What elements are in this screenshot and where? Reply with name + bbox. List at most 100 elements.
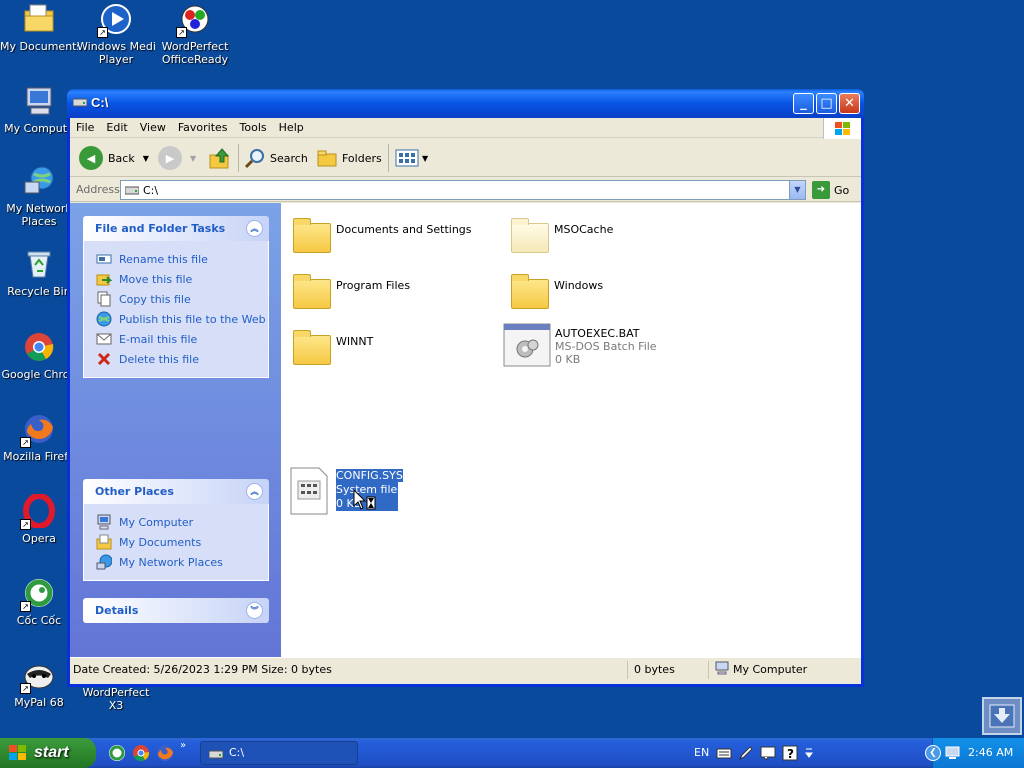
recycle-bin-icon	[22, 247, 56, 281]
desktop-icon-my-documents[interactable]: My Documents	[0, 2, 78, 53]
wordperfect-officeready-icon: ↗	[176, 2, 212, 38]
place-my-documents[interactable]: My Documents	[96, 532, 268, 552]
other-places-panel: Other Places ︽ My Computer My Documents …	[83, 479, 269, 581]
pen-icon[interactable]	[738, 745, 754, 761]
status-info: Date Created: 5/26/2023 1:29 PM Size: 0 …	[73, 663, 332, 676]
my-computer-icon	[97, 514, 111, 530]
file-item-selected[interactable]: CONFIG.SYS System file 0 KB	[289, 467, 504, 515]
expand-chevron-icon[interactable]: ︾	[246, 602, 263, 619]
menu-file[interactable]: File	[70, 118, 100, 137]
forward-dropdown-icon: ▼	[190, 153, 197, 163]
menu-help[interactable]: Help	[273, 118, 310, 137]
media-player-icon: ↗	[97, 2, 133, 38]
shortcut-arrow-icon: ↗	[176, 27, 187, 38]
file-item[interactable]: WINNT	[289, 325, 504, 373]
task-delete[interactable]: Delete this file	[96, 349, 268, 369]
task-rename[interactable]: Rename this file	[96, 249, 268, 269]
minimize-button[interactable]: _	[793, 93, 814, 114]
rename-icon	[96, 254, 112, 264]
search-button[interactable]: Search	[244, 145, 308, 171]
close-button[interactable]: ✕	[839, 93, 860, 114]
windows-flag-icon	[9, 745, 26, 760]
shortcut-arrow-icon: ↗	[20, 683, 31, 694]
panel-header[interactable]: Other Places ︽	[83, 479, 269, 504]
speech-icon[interactable]	[760, 745, 776, 761]
folders-button[interactable]: Folders	[316, 145, 382, 171]
email-icon	[96, 333, 112, 345]
address-dropdown-button[interactable]: ▼	[789, 181, 805, 199]
firefox-icon[interactable]	[156, 744, 174, 762]
start-button[interactable]: start	[0, 738, 96, 768]
go-button[interactable]: ➜ Go	[812, 181, 849, 199]
file-item[interactable]: Documents and Settings	[289, 213, 504, 261]
desktop-icon-media-player[interactable]: ↗ Windows Media Player	[77, 2, 155, 66]
forward-arrow-icon: ▶	[158, 146, 182, 170]
mypal-icon: ↗	[20, 658, 56, 694]
download-arrow-button[interactable]	[982, 697, 1022, 735]
file-item[interactable]: Windows	[507, 269, 722, 317]
coccoc-icon[interactable]	[108, 744, 126, 762]
views-dropdown-icon: ▼	[422, 153, 429, 163]
place-my-computer[interactable]: My Computer	[96, 512, 268, 532]
my-documents-icon	[22, 2, 56, 36]
menu-edit[interactable]: Edit	[100, 118, 133, 137]
folder-icon	[507, 271, 551, 315]
task-move[interactable]: Move this file	[96, 269, 268, 289]
task-copy[interactable]: Copy this file	[96, 289, 268, 309]
go-arrow-icon: ➜	[812, 181, 830, 199]
network-places-icon	[96, 554, 112, 570]
options-menu-icon[interactable]	[804, 745, 814, 761]
taskbar-window-c[interactable]: C:\	[200, 741, 358, 765]
system-file-icon	[289, 467, 333, 515]
task-publish[interactable]: Publish this file to the Web	[96, 309, 268, 329]
network-places-icon	[22, 164, 56, 198]
place-network[interactable]: My Network Places	[96, 552, 268, 572]
shortcut-arrow-icon: ↗	[20, 519, 31, 530]
chrome-icon[interactable]	[132, 744, 150, 762]
search-icon	[244, 149, 264, 169]
firefox-icon: ↗	[20, 412, 56, 448]
tray-expand-chevron-icon[interactable]: ❮	[925, 745, 941, 761]
chrome-icon	[22, 330, 56, 364]
move-icon	[96, 274, 112, 286]
views-button[interactable]: ▼	[395, 145, 428, 171]
opera-icon: ↗	[20, 493, 56, 530]
status-zone: My Computer	[708, 661, 858, 679]
back-dropdown-icon[interactable]: ▼	[143, 154, 149, 163]
task-email[interactable]: E-mail this file	[96, 329, 268, 349]
folders-icon	[317, 150, 337, 167]
batch-file-icon	[503, 323, 551, 367]
file-folder-tasks-panel: File and Folder Tasks ︽ Rename this file…	[83, 216, 269, 378]
panel-header[interactable]: Details ︾	[83, 598, 269, 623]
quick-launch-overflow-icon[interactable]: »	[180, 740, 186, 751]
explorer-window: C:\ _ □ ✕ File Edit View Favorites Tools Help…	[67, 89, 864, 687]
address-bar: Address C:\ ▼ ➜ Go	[70, 178, 861, 202]
menu-view[interactable]: View	[134, 118, 172, 137]
maximize-button[interactable]: □	[816, 93, 837, 114]
forward-button[interactable]: ▶ ▼	[158, 145, 196, 171]
menu-bar: File Edit View Favorites Tools Help	[70, 118, 861, 140]
busy-cursor-icon	[353, 489, 376, 510]
menu-favorites[interactable]: Favorites	[172, 118, 234, 137]
panel-header[interactable]: File and Folder Tasks ︽	[83, 216, 269, 241]
up-folder-button[interactable]	[208, 145, 232, 171]
title-bar[interactable]: C:\ _ □ ✕	[67, 89, 864, 118]
collapse-chevron-icon[interactable]: ︽	[246, 220, 263, 237]
desktop-icon-wordperfect-officeready[interactable]: ↗ WordPerfect OfficeReady	[156, 2, 234, 66]
up-folder-icon	[209, 148, 230, 169]
folder-icon	[289, 215, 333, 259]
file-list: Documents and Settings MSOCache Program …	[281, 203, 861, 657]
my-documents-icon	[96, 534, 112, 550]
file-item[interactable]: AUTOEXEC.BAT MS-DOS Batch File 0 KB	[503, 321, 718, 369]
language-indicator[interactable]: EN	[694, 746, 709, 759]
back-button[interactable]: ◀ Back ▼	[79, 145, 149, 171]
menu-tools[interactable]: Tools	[234, 118, 273, 137]
clock[interactable]: 2:46 AM	[968, 746, 1013, 759]
collapse-chevron-icon[interactable]: ︽	[246, 483, 263, 500]
file-item[interactable]: MSOCache	[507, 213, 722, 261]
keyboard-icon[interactable]	[716, 745, 732, 761]
help-icon[interactable]: ?	[782, 745, 798, 761]
address-input[interactable]: C:\ ▼	[120, 180, 806, 200]
network-monitor-icon[interactable]	[945, 746, 961, 760]
file-item[interactable]: Program Files	[289, 269, 504, 317]
